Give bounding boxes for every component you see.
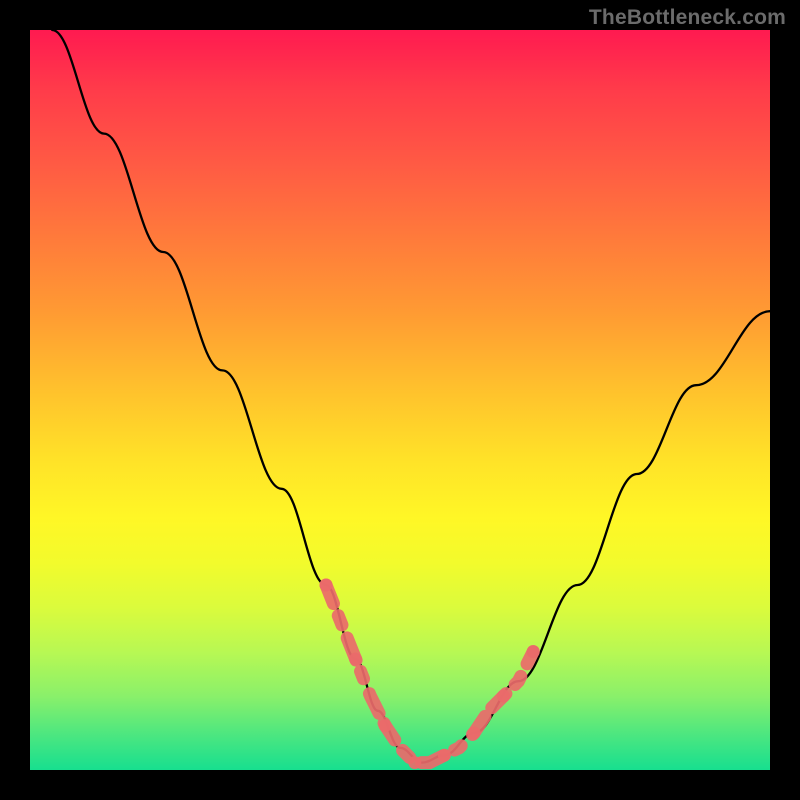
- valley-highlight-dot: [379, 719, 392, 732]
- valley-highlight-dot: [408, 756, 421, 769]
- valley-highlight: [326, 585, 533, 763]
- watermark-text: TheBottleneck.com: [589, 6, 786, 30]
- valley-highlight-dot: [468, 727, 481, 740]
- valley-highlight-dot: [320, 579, 333, 592]
- plot-area: [30, 30, 770, 770]
- valley-highlight-dot: [438, 749, 451, 762]
- valley-highlight-dot: [527, 645, 540, 658]
- main-curve: [52, 30, 770, 763]
- chart-frame: TheBottleneck.com: [0, 0, 800, 800]
- valley-highlight-dot: [497, 690, 510, 703]
- valley-highlight-dot: [349, 653, 362, 666]
- curve-layer: [30, 30, 770, 770]
